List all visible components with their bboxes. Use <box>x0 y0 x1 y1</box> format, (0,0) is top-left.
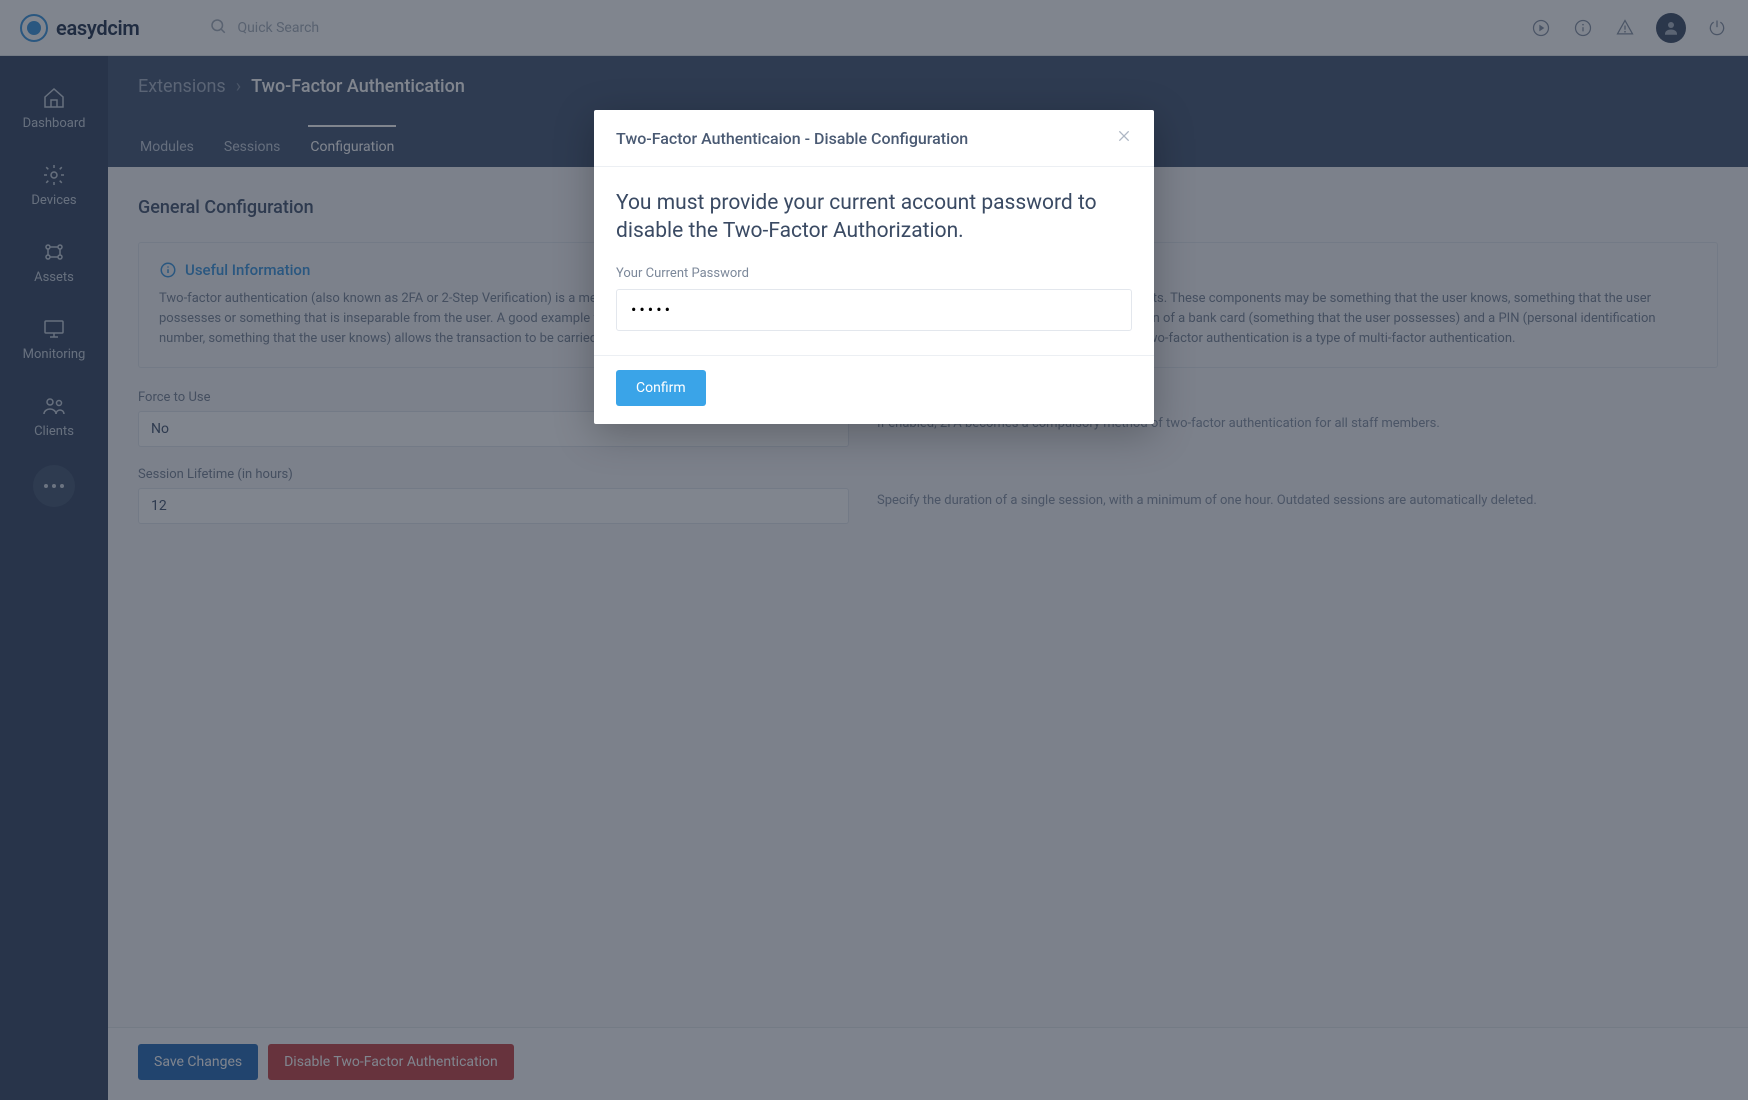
password-label: Your Current Password <box>616 266 1132 281</box>
disable-2fa-modal: Two-Factor Authenticaion - Disable Confi… <box>594 110 1154 424</box>
modal-overlay[interactable]: Two-Factor Authenticaion - Disable Confi… <box>0 0 1748 1100</box>
close-icon[interactable] <box>1116 128 1132 148</box>
modal-message: You must provide your current account pa… <box>616 189 1132 246</box>
modal-footer: Confirm <box>594 355 1154 424</box>
modal-body: You must provide your current account pa… <box>594 167 1154 355</box>
modal-title: Two-Factor Authenticaion - Disable Confi… <box>616 129 968 148</box>
modal-header: Two-Factor Authenticaion - Disable Confi… <box>594 110 1154 167</box>
current-password-input[interactable] <box>616 289 1132 331</box>
confirm-button[interactable]: Confirm <box>616 370 706 406</box>
